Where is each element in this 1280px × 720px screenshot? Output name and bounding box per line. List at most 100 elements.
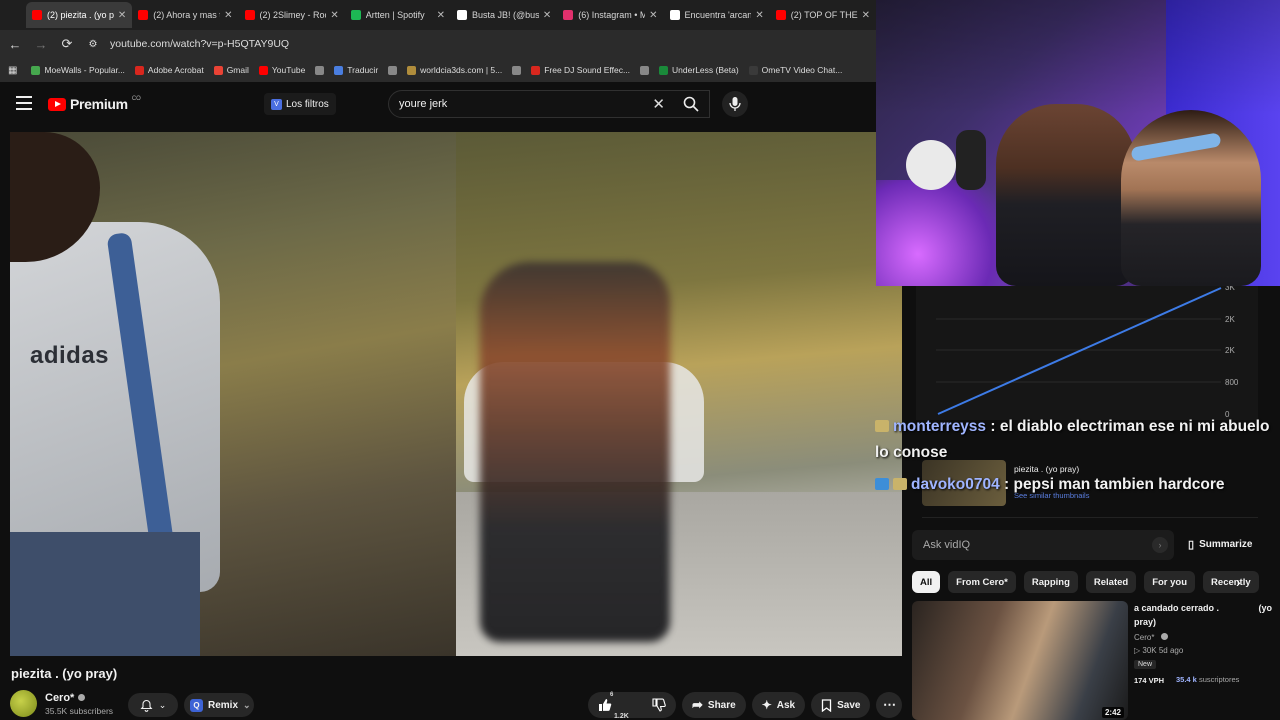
filter-chip[interactable]: Related [1085, 571, 1137, 593]
browser-tab[interactable]: Encuentra 'arcang ✕ [664, 2, 770, 28]
close-tab-icon[interactable]: ✕ [224, 10, 232, 21]
send-arrow-icon[interactable]: › [1152, 537, 1168, 553]
bookmark-favicon-icon [315, 65, 325, 75]
bookmark-item[interactable]: worldcia3ds.com | 5... [407, 65, 502, 75]
tab-title: Artten | Spotify [365, 10, 425, 20]
close-tab-icon[interactable]: ✕ [755, 10, 763, 21]
tab-title: Encuentra 'arcang [684, 10, 752, 20]
bookmark-favicon-icon [134, 65, 144, 75]
notifications-bell-button[interactable]: ⌄ [128, 693, 178, 717]
recommended-channel-name[interactable]: Cero* [1134, 633, 1154, 642]
apps-grid-icon[interactable]: ▦ [8, 65, 17, 76]
recommended-thumbnail[interactable]: 2:42 [912, 601, 1128, 720]
channel-name[interactable]: Cero* [45, 692, 74, 704]
bookmark-favicon-icon [258, 65, 268, 75]
tab-title: (2) 2Slimey - Roc [259, 10, 327, 20]
bookmark-item[interactable]: OmeTV Video Chat... [748, 65, 843, 75]
bookmark-item[interactable] [512, 65, 522, 75]
summarize-button[interactable]: ▯ Summarize [1188, 538, 1252, 551]
recommended-title[interactable]: a candado cerrado . pray) (yo [1134, 601, 1272, 629]
filter-chip[interactable]: From Cero* [948, 571, 1016, 593]
browser-tab[interactable]: (2) 2Slimey - Roc ✕ [239, 2, 345, 28]
channel-name-row[interactable]: Cero* [45, 692, 113, 704]
ask-button[interactable]: ✦ Ask [751, 692, 806, 718]
bookmark-label: OmeTV Video Chat... [761, 65, 843, 75]
close-tab-icon[interactable]: ✕ [330, 10, 338, 21]
microphone-icon [729, 97, 741, 111]
browser-tab[interactable]: Artten | Spotify ✕ [345, 2, 451, 28]
close-tab-icon[interactable]: ✕ [437, 10, 445, 21]
bookmark-item[interactable]: Gmail [213, 65, 249, 75]
site-info-icon[interactable]: ⚙ [86, 39, 100, 50]
more-actions-button[interactable]: ⋯ [876, 692, 903, 718]
browser-tab[interactable]: (2) TOP OF THE W ✕ [770, 2, 876, 28]
remix-button[interactable]: Q Remix ⌄ [184, 693, 254, 717]
bookmark-item[interactable]: Free DJ Sound Effec... [531, 65, 630, 75]
bookmark-item[interactable]: Adobe Acrobat [134, 65, 204, 75]
save-button[interactable]: Save [811, 692, 871, 718]
bookmark-item[interactable]: YouTube [258, 65, 305, 75]
bookmark-favicon-icon [640, 65, 650, 75]
bookmark-favicon-icon [407, 65, 417, 75]
chevron-right-icon[interactable]: › [1236, 571, 1252, 593]
more-horizontal-icon: ⋯ [882, 697, 896, 712]
new-badge: New [1134, 660, 1157, 669]
bookmark-favicon-icon [531, 65, 541, 75]
filter-chip[interactable]: For you [1144, 571, 1196, 593]
graph-y-tick: 2K [1225, 346, 1235, 355]
video-player[interactable]: adidas [10, 132, 902, 656]
address-bar: ← → ⟳ ⚙ youtube.com/watch?v=p-H5QTAY9UQ [0, 30, 876, 58]
webcam-shade [876, 0, 1280, 286]
recommended-title-text: a candado cerrado . pray) [1134, 601, 1234, 629]
ask-label: Ask [776, 699, 796, 711]
clear-search-icon[interactable]: ✕ [652, 95, 665, 113]
browser-tab[interactable]: (6) Instagram • M ✕ [557, 2, 663, 28]
filter-chip[interactable]: Rapping [1023, 571, 1078, 593]
bookmark-favicon-icon [512, 65, 522, 75]
browser-tab[interactable]: (2) Ahora y mas t ✕ [132, 2, 238, 28]
url-field[interactable]: youtube.com/watch?v=p-H5QTAY9UQ [110, 38, 289, 50]
bookmark-item[interactable]: MoeWalls - Popular... [31, 65, 125, 75]
tab-title: Busta JB! (@bust [472, 10, 539, 20]
bookmark-label: Traducir [347, 65, 379, 75]
channel-info[interactable]: Cero* 35.5K subscribers [10, 690, 113, 717]
search-input[interactable]: youre jerk ✕ [388, 90, 710, 118]
search-icon[interactable] [683, 96, 699, 112]
voice-search-button[interactable] [722, 91, 748, 117]
ask-vidiq-input[interactable]: Ask vidIQ › [912, 530, 1174, 560]
share-icon: ➦ [692, 697, 703, 712]
bookmark-item[interactable] [388, 65, 398, 75]
bookmark-item[interactable] [315, 65, 325, 75]
close-tab-icon[interactable]: ✕ [118, 10, 126, 21]
remix-label: Remix [208, 699, 239, 711]
youtube-premium-logo[interactable]: Premium CO [48, 96, 141, 112]
recommended-channel[interactable]: Cero* [1134, 633, 1168, 642]
bookmark-item[interactable] [640, 65, 650, 75]
like-icon[interactable] [598, 698, 612, 712]
close-tab-icon[interactable]: ✕ [862, 10, 870, 21]
recommended-video[interactable]: 2:42 a candado cerrado . pray) (yo Cero* … [912, 601, 1272, 720]
views-per-hour: 174 VPH [1134, 676, 1165, 685]
channel-avatar[interactable] [10, 690, 37, 717]
forward-icon[interactable]: → [34, 37, 48, 52]
youtube-play-icon [48, 97, 66, 111]
share-button[interactable]: ➦ Share [682, 692, 746, 718]
close-tab-icon[interactable]: ✕ [649, 10, 657, 21]
bookmark-item[interactable]: UnderLess (Beta) [659, 65, 739, 75]
reload-icon[interactable]: ⟳ [60, 36, 74, 52]
chat-username: monterreyss [893, 418, 987, 435]
chat-text: : pepsi man tambien hardcore [999, 476, 1225, 493]
close-tab-icon[interactable]: ✕ [543, 10, 551, 21]
filter-chip[interactable]: All [912, 571, 941, 593]
dislike-icon[interactable] [652, 698, 666, 712]
screen: (2) piezita . (yo pr ✕ (2) Ahora y mas t ✕(… [0, 0, 1280, 720]
graph-y-tick: 800 [1225, 378, 1239, 387]
bookmark-item[interactable]: Traducir [334, 65, 378, 75]
filter-chips: All From Cero* Rapping Related For you Recent… [912, 571, 1268, 593]
browser-tab[interactable]: Busta JB! (@bust ✕ [451, 2, 557, 28]
vidiq-filters-button[interactable]: V Los filtros [264, 93, 336, 115]
back-icon[interactable]: ← [8, 37, 22, 52]
hamburger-menu-icon[interactable] [16, 96, 32, 110]
browser-tab[interactable]: (2) piezita . (yo pr ✕ [26, 2, 133, 28]
chat-message: davoko0704 : pepsi man tambien hardcore [875, 472, 1270, 498]
